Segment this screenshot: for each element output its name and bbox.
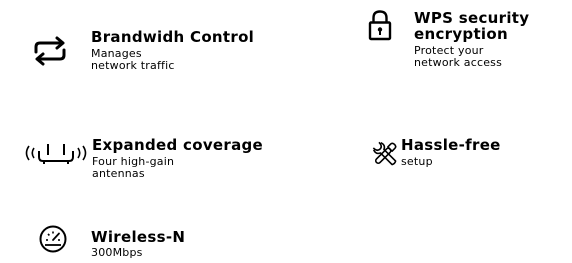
feature-title: Brandwidh Control — [91, 28, 255, 46]
feature-description: Manages network traffic — [91, 48, 175, 71]
feature-description-line: network access — [414, 55, 503, 69]
feature-description-line: Protect your — [414, 44, 484, 57]
padlock-icon — [368, 9, 392, 41]
feature-description-line: Manages — [91, 47, 142, 60]
swap-arrows-icon — [31, 36, 69, 66]
router-antenna-icon — [20, 140, 92, 166]
feature-description-line: Four high-gain — [92, 155, 175, 168]
feature-title: WPS security encryption — [414, 10, 529, 42]
feature-description-line: antennas — [92, 166, 145, 180]
feature-description-line: network traffic — [91, 58, 175, 72]
feature-title: Expanded coverage — [92, 136, 264, 154]
tools-icon — [371, 140, 399, 168]
speedometer-icon — [38, 224, 68, 254]
feature-description-line: setup — [401, 155, 433, 168]
feature-title: Hassle-free — [401, 136, 501, 154]
feature-title: Wireless-N — [91, 228, 186, 246]
feature-description: 300Mbps — [91, 247, 143, 259]
feature-title-line: encryption — [414, 25, 508, 43]
feature-description-line: 300Mbps — [91, 246, 143, 259]
feature-description: setup — [401, 156, 433, 168]
feature-description: Protect your network access — [414, 45, 502, 68]
feature-title-line: WPS security — [414, 9, 530, 27]
feature-description: Four high-gain antennas — [92, 156, 174, 179]
